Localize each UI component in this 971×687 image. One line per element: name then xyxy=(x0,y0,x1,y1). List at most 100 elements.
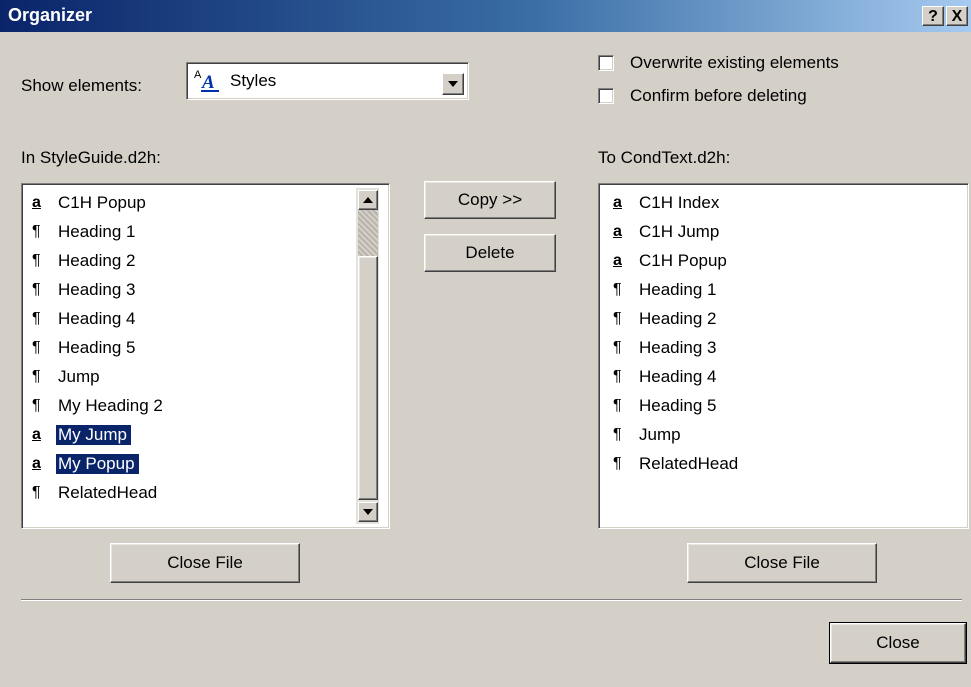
source-styles-list[interactable]: a C1H Popup ¶ Heading 1 ¶ Heading 2 ¶ Heading 3… xyxy=(21,183,390,529)
list-item-label: C1H Popup xyxy=(639,250,727,270)
list-item-label: Heading 4 xyxy=(639,366,717,386)
character-style-icon: a xyxy=(613,193,622,211)
list-item-label: My Jump xyxy=(56,424,131,445)
paragraph-style-icon: ¶ xyxy=(613,309,622,327)
list-item[interactable]: ¶ Heading 2 xyxy=(613,304,953,333)
list-item-label: Heading 4 xyxy=(58,308,136,328)
target-list-items: a C1H Index a C1H Jump a C1H Popup ¶ Heading 1 ¶… xyxy=(613,188,953,478)
show-elements-label: Show elements: xyxy=(21,76,142,95)
dropdown-button[interactable] xyxy=(442,73,464,95)
help-button[interactable]: ? xyxy=(922,6,944,26)
scroll-up-icon xyxy=(363,197,373,203)
paragraph-style-icon: ¶ xyxy=(613,396,622,414)
scroll-track[interactable] xyxy=(358,210,378,256)
close-icon: X xyxy=(951,8,963,25)
footer-separator xyxy=(21,599,962,601)
paragraph-style-icon: ¶ xyxy=(32,338,41,356)
list-item-label: My Heading 2 xyxy=(58,395,163,415)
overwrite-label: Overwrite existing elements xyxy=(630,53,839,72)
list-item[interactable]: a C1H Index xyxy=(613,188,953,217)
list-item-label: C1H Jump xyxy=(639,221,720,241)
paragraph-style-icon: ¶ xyxy=(32,396,41,414)
help-icon: ? xyxy=(928,8,938,25)
scroll-down-icon xyxy=(363,509,373,515)
chevron-down-icon xyxy=(448,81,458,87)
scroll-down-button[interactable] xyxy=(358,502,378,522)
copy-button[interactable]: Copy >> xyxy=(424,181,556,219)
list-item-label: My Popup xyxy=(56,453,139,474)
list-item-label: Heading 2 xyxy=(58,250,136,270)
character-style-icon: a xyxy=(32,193,41,211)
close-source-file-button[interactable]: Close File xyxy=(110,543,300,583)
list-item[interactable]: ¶ Heading 1 xyxy=(32,217,362,246)
overwrite-checkbox[interactable] xyxy=(598,55,614,71)
paragraph-style-icon: ¶ xyxy=(32,251,41,269)
paragraph-style-icon: ¶ xyxy=(32,483,41,501)
list-item-label: RelatedHead xyxy=(58,482,158,502)
paragraph-style-icon: ¶ xyxy=(613,338,622,356)
target-file-label: To CondText.d2h: xyxy=(598,148,731,167)
list-item-label: Heading 3 xyxy=(58,279,136,299)
list-item[interactable]: ¶ RelatedHead xyxy=(613,449,953,478)
scroll-up-button[interactable] xyxy=(358,190,378,210)
list-item-label: Jump xyxy=(58,366,100,386)
list-item[interactable]: ¶ RelatedHead xyxy=(32,478,362,507)
list-item-label: C1H Index xyxy=(639,192,720,212)
close-button[interactable]: Close xyxy=(829,622,967,664)
delete-button[interactable]: Delete xyxy=(424,234,556,272)
paragraph-style-icon: ¶ xyxy=(32,367,41,385)
scroll-thumb[interactable] xyxy=(358,256,378,500)
list-item[interactable]: a C1H Jump xyxy=(613,217,953,246)
list-item[interactable]: ¶ Heading 3 xyxy=(613,333,953,362)
character-style-icon: a xyxy=(613,222,622,240)
paragraph-style-icon: ¶ xyxy=(613,425,622,443)
source-file-label: In StyleGuide.d2h: xyxy=(21,148,161,167)
list-item[interactable]: a C1H Popup xyxy=(613,246,953,275)
title-bar[interactable]: Organizer ? X xyxy=(0,0,971,32)
character-style-icon: a xyxy=(613,251,622,269)
list-item-label: RelatedHead xyxy=(639,453,739,473)
list-item[interactable]: a My Jump xyxy=(32,420,362,449)
list-item-label: Heading 5 xyxy=(58,337,136,357)
show-elements-dropdown[interactable]: A A Styles xyxy=(186,62,469,100)
show-elements-value: Styles xyxy=(230,71,277,90)
list-item-label: Heading 2 xyxy=(639,308,717,328)
paragraph-style-icon: ¶ xyxy=(613,280,622,298)
source-scrollbar[interactable] xyxy=(356,188,379,524)
window-title: Organizer xyxy=(8,5,93,25)
list-item[interactable]: ¶ My Heading 2 xyxy=(32,391,362,420)
close-target-file-button[interactable]: Close File xyxy=(687,543,877,583)
list-item-label: Jump xyxy=(639,424,681,444)
svg-text:A: A xyxy=(194,69,202,81)
list-item[interactable]: ¶ Heading 4 xyxy=(32,304,362,333)
list-item[interactable]: ¶ Jump xyxy=(32,362,362,391)
list-item[interactable]: ¶ Heading 3 xyxy=(32,275,362,304)
list-item-label: Heading 5 xyxy=(639,395,717,415)
list-item[interactable]: a C1H Popup xyxy=(32,188,362,217)
paragraph-style-icon: ¶ xyxy=(32,280,41,298)
list-item-label: Heading 1 xyxy=(639,279,717,299)
confirm-delete-checkbox[interactable] xyxy=(598,88,614,104)
paragraph-style-icon: ¶ xyxy=(32,222,41,240)
list-item[interactable]: ¶ Heading 1 xyxy=(613,275,953,304)
list-item[interactable]: ¶ Jump xyxy=(613,420,953,449)
confirm-delete-label: Confirm before deleting xyxy=(630,86,807,105)
list-item[interactable]: ¶ Heading 5 xyxy=(613,391,953,420)
list-item-label: C1H Popup xyxy=(58,192,146,212)
list-item[interactable]: ¶ Heading 4 xyxy=(613,362,953,391)
target-styles-list[interactable]: a C1H Index a C1H Jump a C1H Popup ¶ Heading 1 ¶… xyxy=(598,183,969,529)
source-list-items: a C1H Popup ¶ Heading 1 ¶ Heading 2 ¶ Heading 3… xyxy=(32,188,362,507)
list-item[interactable]: ¶ Heading 5 xyxy=(32,333,362,362)
character-style-icon: a xyxy=(32,454,41,472)
close-window-button[interactable]: X xyxy=(946,6,968,26)
character-style-icon: a xyxy=(32,425,41,443)
svg-text:A: A xyxy=(201,72,215,93)
list-item-label: Heading 3 xyxy=(639,337,717,357)
paragraph-style-icon: ¶ xyxy=(613,367,622,385)
paragraph-style-icon: ¶ xyxy=(32,309,41,327)
paragraph-style-icon: ¶ xyxy=(613,454,622,472)
list-item-label: Heading 1 xyxy=(58,221,136,241)
list-item[interactable]: ¶ Heading 2 xyxy=(32,246,362,275)
list-item[interactable]: a My Popup xyxy=(32,449,362,478)
styles-icon: A A xyxy=(193,67,221,98)
